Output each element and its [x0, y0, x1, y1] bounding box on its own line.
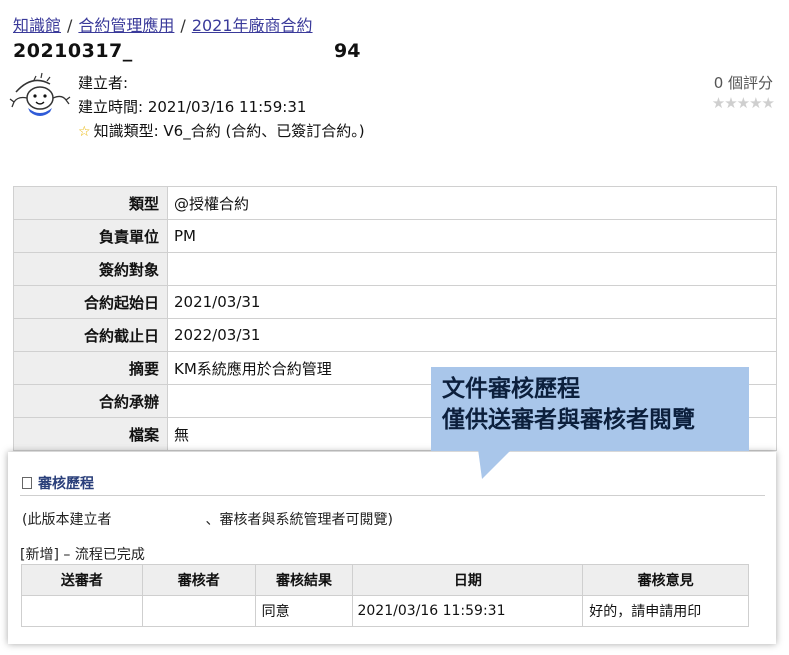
review-date: 2021/03/16 11:59:31: [352, 595, 584, 627]
divider: [20, 495, 765, 496]
property-row: 類型 @授權合約: [13, 186, 777, 220]
breadcrumb: 知識館 / 合約管理應用 / 2021年廠商合約: [13, 12, 313, 36]
property-value: 2021/03/31: [167, 285, 777, 319]
review-note-part-1: (此版本建立者: [22, 512, 112, 528]
review-status: [新增] – 流程已完成: [20, 547, 145, 563]
property-value: [167, 252, 777, 286]
breadcrumb-link-2021-vendor-contracts[interactable]: 2021年廠商合約: [192, 16, 313, 35]
review-row: 同意 2021/03/16 11:59:31 好的，請申請用印: [21, 595, 749, 627]
column-header-reviewer: 審核者: [141, 564, 256, 596]
column-header-comment: 審核意見: [582, 564, 749, 596]
review-access-note: (此版本建立者 、審核者與系統管理者可閱覽): [22, 509, 393, 529]
review-comment: 好的，請申請用印: [582, 595, 749, 627]
review-result: 同意: [254, 595, 354, 627]
breadcrumb-separator: /: [67, 16, 73, 35]
created-time: 建立時間: 2021/03/16 11:59:31: [78, 98, 307, 116]
property-row: 簽約對象: [13, 252, 777, 286]
breadcrumb-separator: /: [180, 16, 186, 35]
property-label: 檔案: [13, 417, 168, 451]
callout-pointer: [478, 449, 512, 479]
property-label: 簽約對象: [13, 252, 168, 286]
column-header-result: 審核結果: [254, 564, 354, 596]
property-label: 摘要: [13, 351, 168, 385]
breadcrumb-link-knowledge-hall[interactable]: 知識館: [13, 16, 61, 35]
star-icon: ☆: [78, 124, 91, 140]
property-label: 類型: [13, 186, 168, 220]
review-submitter: [21, 595, 143, 627]
column-header-date: 日期: [352, 564, 584, 596]
callout-line-1: 文件審核歷程: [442, 376, 580, 402]
property-value: 2022/03/31: [167, 318, 777, 352]
rating-count: 0 個評分: [713, 74, 773, 92]
breadcrumb-link-contract-management[interactable]: 合約管理應用: [78, 16, 174, 35]
rating-stars[interactable]: ★★★★★: [712, 94, 775, 112]
review-table: 送審者 審核者 審核結果 日期 審核意見 同意 2021/03/16 11:59…: [21, 564, 749, 627]
review-history-heading: 審核歷程: [22, 473, 94, 493]
property-label: 合約承辦: [13, 384, 168, 418]
property-label: 合約起始日: [13, 285, 168, 319]
document-number: 94: [334, 40, 361, 62]
callout-annotation: 文件審核歷程 僅供送審者與審核者閱覽: [431, 367, 749, 451]
knowledge-type-row: ☆ 知識類型: V6_合約 (合約、已簽訂合約。): [78, 120, 365, 141]
review-history-panel: 審核歷程 (此版本建立者 、審核者與系統管理者可閱覽) [新增] – 流程已完成 …: [8, 452, 776, 644]
property-value: @授權合約: [167, 186, 777, 220]
property-label: 負責單位: [13, 219, 168, 253]
knowledge-type: 知識類型: V6_合約 (合約、已簽訂合約。): [93, 122, 365, 140]
callout-line-2: 僅供送審者與審核者閱覽: [442, 407, 695, 433]
property-row: 合約起始日 2021/03/31: [13, 285, 777, 319]
property-row: 合約截止日 2022/03/31: [13, 318, 777, 352]
review-note-part-2: 、審核者與系統管理者可閱覽): [205, 512, 393, 528]
review-reviewer: [141, 595, 256, 627]
document-title: 20210317_: [13, 40, 133, 62]
property-label: 合約截止日: [13, 318, 168, 352]
creator-label: 建立者:: [78, 74, 129, 92]
column-header-submitter: 送審者: [21, 564, 143, 596]
property-row: 負責單位 PM: [13, 219, 777, 253]
document-icon: [22, 477, 32, 489]
property-value: PM: [167, 219, 777, 253]
review-history-title: 審核歷程: [38, 476, 94, 492]
review-table-header-row: 送審者 審核者 審核結果 日期 審核意見: [21, 564, 749, 596]
avatar-doodle: [9, 72, 71, 116]
